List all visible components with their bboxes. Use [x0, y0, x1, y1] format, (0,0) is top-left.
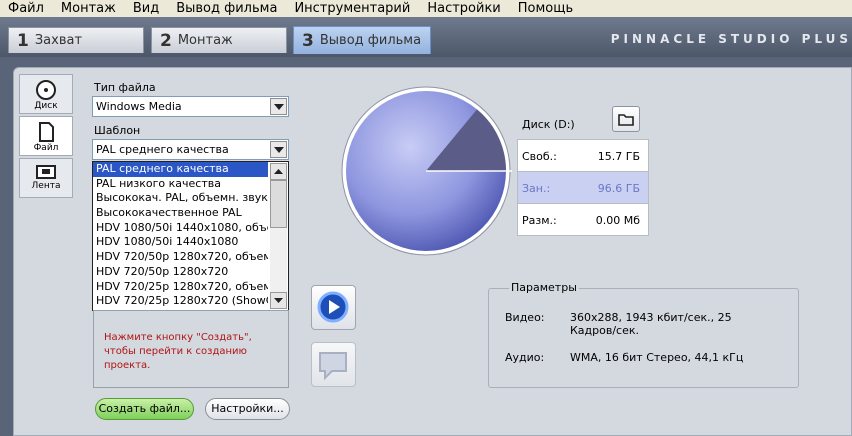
disk-used-row: Зан.: 96.6 ГБ: [517, 171, 649, 204]
template-select[interactable]: PAL среднего качества: [92, 139, 289, 160]
menu-tools[interactable]: Инструментарий: [286, 1, 419, 16]
scroll-down-button[interactable]: [270, 292, 287, 309]
tab-capture[interactable]: 1 Захват: [8, 27, 144, 53]
menu-view[interactable]: Вид: [125, 1, 168, 16]
mode-tab-bar: 1 Захват 2 Монтаж 3 Вывод фильма PINNACL…: [0, 17, 852, 57]
side-tab-disc[interactable]: Диск: [19, 74, 73, 114]
chevron-up-icon: [274, 169, 283, 174]
tab-label: Монтаж: [177, 33, 233, 48]
dropdown-option[interactable]: Высококачественное PAL: [93, 206, 268, 221]
file-icon: [39, 122, 54, 142]
side-tab-label: Диск: [34, 101, 58, 111]
dropdown-option[interactable]: HDV 1080/50i 1440x1080, объемн: [93, 221, 268, 236]
dropdown-option[interactable]: HDV 720/25p 1280x720, объемн: [93, 280, 268, 295]
parameters-group: Параметры Видео: 360x288, 1943 кбит/сек.…: [488, 281, 799, 388]
tab-edit[interactable]: 2 Монтаж: [151, 27, 287, 53]
scroll-up-button[interactable]: [270, 163, 287, 180]
tape-icon: [36, 165, 56, 179]
tab-label: Захват: [34, 33, 83, 48]
parameters-title: Параметры: [509, 281, 579, 294]
disk-usage-pie: [341, 86, 512, 256]
audio-value: WMA, 16 бит Стерео, 44,1 кГц: [570, 351, 744, 364]
tab-number: 2: [160, 30, 172, 51]
create-hint-text: Нажмите кнопку "Создать", чтобы перейти …: [104, 332, 252, 371]
chevron-down-icon: [274, 298, 283, 303]
create-file-button[interactable]: Создать файл...: [95, 398, 194, 420]
scroll-thumb[interactable]: [270, 180, 287, 228]
video-label: Видео:: [505, 311, 545, 324]
tab-number: 3: [302, 30, 314, 51]
dropdown-option[interactable]: Высококач. PAL, объемн. звук: [93, 191, 268, 206]
disk-size-row: Разм.: 0.00 Мб: [517, 203, 649, 236]
disk-used-value: 96.6 ГБ: [597, 182, 640, 195]
disk-size-value: 0.00 Мб: [595, 214, 640, 227]
dropdown-option[interactable]: PAL среднего качества: [93, 162, 268, 177]
hint-box: Нажмите кнопку "Создать", чтобы перейти …: [93, 310, 289, 388]
menu-edit[interactable]: Монтаж: [53, 1, 125, 16]
audio-label: Аудио:: [505, 351, 545, 364]
disk-size-label: Разм.:: [522, 214, 557, 227]
side-tab-label: Файл: [33, 143, 59, 153]
disc-icon: [36, 80, 56, 100]
dropdown-option[interactable]: HDV 720/50p 1280x720, объемн: [93, 250, 268, 265]
video-value: 360x288, 1943 кбит/сек., 25 Кадров/сек.: [570, 311, 732, 337]
settings-button[interactable]: Настройки...: [205, 398, 290, 420]
side-tab-file[interactable]: Файл: [19, 116, 73, 156]
disk-used-label: Зан.:: [522, 182, 551, 195]
chevron-down-icon[interactable]: [270, 98, 287, 115]
menu-output[interactable]: Вывод фильма: [168, 1, 286, 16]
brand-logo: PINNACLE STUDIO PLUS: [610, 32, 852, 46]
dropdown-option[interactable]: PAL низкого качества: [93, 177, 268, 192]
disk-free-value: 15.7 ГБ: [597, 150, 640, 163]
menu-settings[interactable]: Настройки: [419, 1, 509, 16]
dropdown-option[interactable]: HDV 720/50p 1280x720: [93, 265, 268, 280]
menu-file[interactable]: Файл: [0, 1, 53, 16]
browse-folder-button[interactable]: [612, 106, 640, 132]
chevron-down-icon[interactable]: [270, 141, 287, 158]
upload-button[interactable]: [311, 342, 356, 387]
template-value: PAL среднего качества: [96, 143, 229, 156]
template-dropdown-list: PAL среднего качества PAL низкого качест…: [92, 161, 289, 311]
tab-number: 1: [17, 30, 29, 51]
disk-free-label: Своб.:: [522, 150, 557, 163]
side-tab-label: Лента: [31, 181, 61, 191]
menu-bar: Файл Монтаж Вид Вывод фильма Инструмента…: [0, 0, 852, 17]
template-label: Шаблон: [94, 124, 141, 137]
dropdown-option[interactable]: HDV 720/25p 1280x720 (ShowC: [93, 294, 268, 309]
tab-label: Вывод фильма: [319, 33, 422, 48]
file-type-label: Тип файла: [94, 81, 156, 94]
dropdown-option[interactable]: HDV 1080/50i 1440x1080: [93, 235, 268, 250]
folder-icon: [618, 114, 634, 126]
file-type-value: Windows Media: [96, 100, 182, 113]
speech-bubble-icon: [319, 352, 347, 381]
preview-play-button[interactable]: [311, 285, 356, 330]
disk-free-row: Своб.: 15.7 ГБ: [517, 139, 649, 172]
play-icon: [317, 291, 349, 323]
side-tab-tape[interactable]: Лента: [19, 158, 73, 198]
file-type-select[interactable]: Windows Media: [92, 96, 289, 117]
dropdown-scrollbar[interactable]: [270, 163, 287, 309]
menu-help[interactable]: Помощь: [510, 1, 582, 16]
disk-label: Диск (D:): [522, 118, 575, 131]
tab-make-movie[interactable]: 3 Вывод фильма: [293, 26, 431, 54]
